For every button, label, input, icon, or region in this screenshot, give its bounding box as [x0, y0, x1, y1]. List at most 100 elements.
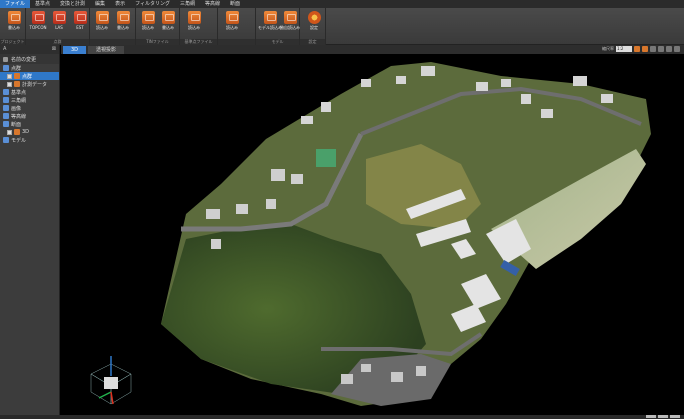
view-top-icon[interactable] — [650, 46, 656, 52]
ribbon-button-label: 設定 — [310, 25, 318, 30]
tree-item-label: 等高線 — [11, 113, 27, 120]
menu-item-5[interactable]: フィルタリング — [130, 0, 175, 8]
tree-item[interactable]: 点群 — [0, 64, 59, 72]
rename-button[interactable]: 名前の変更 — [11, 56, 36, 63]
read-tin-icon — [141, 11, 155, 24]
menu-item-8[interactable]: 断面 — [225, 0, 245, 8]
tree-item[interactable]: 等高線 — [0, 112, 59, 120]
layer-icon — [14, 81, 20, 87]
ribbon-button-7[interactable]: 書込み — [158, 10, 178, 37]
ribbon-toolbar: プロジェクト 点群 TINファイル 基準点ファイル モデル 設定 書込み TOPC… — [0, 8, 684, 45]
ribbon-button-11[interactable]: 独自読込み — [280, 10, 300, 37]
view-tab-bar: 3D 透視投影 — [61, 45, 684, 54]
ribbon-button-10[interactable]: モデル読込み — [258, 10, 282, 37]
ribbon-button-2[interactable]: LAS — [49, 10, 69, 37]
layer-panel-header: A ⊠ — [0, 45, 59, 54]
tree-item-label: 断面 — [11, 121, 22, 128]
ribbon-button-label: 読込み — [142, 25, 154, 30]
menu-item-2[interactable]: 変換と計測 — [55, 0, 90, 8]
pencil-icon[interactable] — [3, 56, 8, 62]
tree-item[interactable]: 点群 — [0, 72, 59, 80]
status-indicators — [646, 415, 680, 419]
ribbon-button-label: モデル読込み — [258, 25, 282, 30]
tree-item[interactable]: 計測データ — [0, 80, 59, 88]
tree-item[interactable]: 3D — [0, 128, 59, 136]
tree-item[interactable]: モデル — [0, 136, 59, 144]
layer-panel: A ⊠ 名前の変更 点群 点群 計測データ 基準点 三角網 画像 等高線 断面 3D モデル — [0, 45, 60, 415]
status-cell — [670, 415, 680, 418]
visibility-checkbox[interactable] — [7, 81, 12, 87]
tree-item[interactable]: 断面 — [0, 120, 59, 128]
layer-icon — [3, 97, 9, 103]
tree-item-label: 基準点 — [11, 89, 27, 96]
tree-item[interactable]: 画像 — [0, 104, 59, 112]
ribbon-button-9[interactable]: 読込み — [222, 10, 242, 37]
tree-item-label: 三角網 — [11, 97, 27, 104]
menu-item-3[interactable]: 編集 — [90, 0, 110, 8]
las-icon — [52, 11, 66, 24]
view-front-icon[interactable] — [658, 46, 664, 52]
layer-tree: 点群 点群 計測データ 基準点 三角網 画像 等高線 断面 3D モデル — [0, 64, 59, 144]
ribbon-button-6[interactable]: 読込み — [138, 10, 158, 37]
tree-item-label: 画像 — [11, 105, 22, 112]
view-fit-icon[interactable] — [642, 46, 648, 52]
axis-gizmo — [90, 356, 132, 405]
write-pointcloud-icon — [116, 11, 130, 24]
tree-item-label: 点群 — [11, 65, 22, 72]
menu-item-4[interactable]: 表示 — [110, 0, 130, 8]
read-model-icon — [225, 11, 239, 24]
ribbon-button-label: 読込み — [188, 25, 200, 30]
model-icon — [263, 11, 277, 24]
visibility-checkbox[interactable] — [7, 129, 12, 135]
ribbon-button-label: 書込み — [8, 25, 20, 30]
layer-panel-toolbar: 名前の変更 — [0, 54, 59, 64]
visibility-checkbox[interactable] — [7, 73, 12, 79]
view-iso-icon[interactable] — [674, 46, 680, 52]
ribbon-button-label: 読込み — [226, 25, 238, 30]
menu-item-0[interactable]: ファイル — [0, 0, 31, 8]
layer-icon — [14, 129, 20, 135]
layer-icon — [3, 105, 9, 111]
layer-icon — [14, 73, 20, 79]
view-side-icon[interactable] — [666, 46, 672, 52]
view-controls: 縮尺率 1:2 — [602, 46, 680, 52]
ribbon-button-1[interactable]: TOPCON — [28, 10, 48, 37]
project-icon — [7, 11, 21, 24]
layer-icon — [3, 121, 9, 127]
ribbon-button-label: 書込み — [162, 25, 174, 30]
view-home-icon[interactable] — [634, 46, 640, 52]
point-cloud-render — [90, 62, 651, 406]
menu-item-1[interactable]: 基準点 — [30, 0, 55, 8]
layer-icon — [3, 113, 9, 119]
tree-item-label: 計測データ — [22, 81, 48, 88]
layer-icon — [3, 65, 9, 71]
ribbon-button-0[interactable]: 書込み — [4, 10, 24, 37]
3d-viewport[interactable] — [61, 54, 684, 415]
ribbon-button-8[interactable]: 読込み — [184, 10, 204, 37]
tree-item[interactable]: 基準点 — [0, 88, 59, 96]
ribbon-button-label: 読込み — [96, 25, 108, 30]
green-roof-building — [316, 149, 336, 167]
ribbon-button-3[interactable]: EST — [70, 10, 90, 37]
read-pointcloud-icon — [95, 11, 109, 24]
topcon-icon — [31, 11, 45, 24]
ribbon-button-label: 書込み — [117, 25, 129, 30]
tree-item-label: 3D — [22, 129, 30, 135]
menu-item-7[interactable]: 等高線 — [200, 0, 225, 8]
menu-item-6[interactable]: 三角網 — [175, 0, 200, 8]
status-cell — [658, 415, 668, 418]
tree-item[interactable]: 三角網 — [0, 96, 59, 104]
zoom-select[interactable]: 1:2 — [616, 46, 632, 52]
gear-icon — [307, 11, 321, 24]
pin-icon[interactable]: ⊠ — [52, 45, 56, 54]
ribbon-button-4[interactable]: 読込み — [92, 10, 112, 37]
view-tab-0[interactable]: 3D — [63, 46, 87, 54]
layer-panel-title: A — [3, 46, 7, 52]
status-bar — [0, 415, 684, 419]
ribbon-button-5[interactable]: 書込み — [113, 10, 133, 37]
zoom-label: 縮尺率 — [602, 46, 614, 51]
ribbon-button-label: LAS — [55, 25, 63, 30]
view-tab-1[interactable]: 透視投影 — [88, 46, 125, 54]
ribbon-button-12[interactable]: 設定 — [304, 10, 324, 37]
layer-icon — [3, 137, 9, 143]
